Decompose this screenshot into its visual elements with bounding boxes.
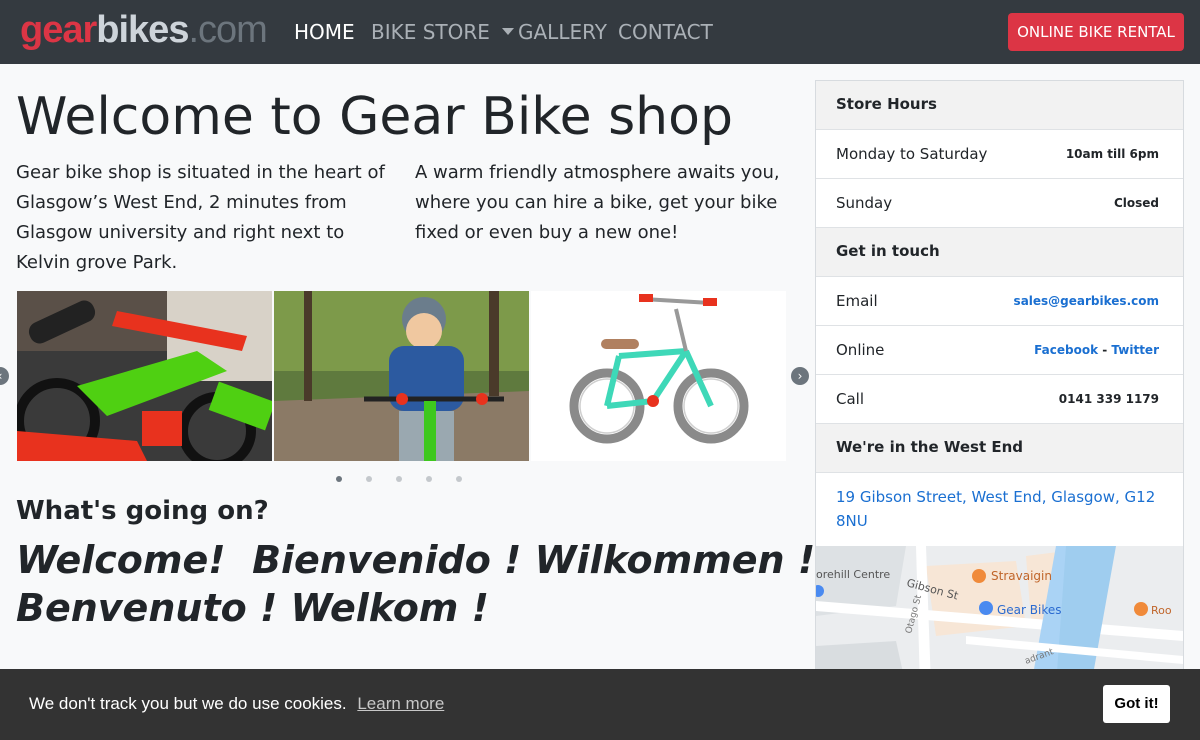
email-link[interactable]: sales@gearbikes.com: [1014, 294, 1159, 308]
carousel-next-arrow-icon[interactable]: ›: [791, 367, 809, 385]
carousel-image-child-riding: [274, 291, 529, 461]
cookie-accept-button[interactable]: Got it!: [1103, 685, 1170, 723]
hours-value: 10am till 6pm: [1065, 147, 1159, 161]
address-link[interactable]: 19 Gibson Street, West End, Glasgow, G12…: [836, 485, 1166, 533]
map-label-poi3: Roo: [1151, 604, 1172, 617]
social-separator: -: [1098, 343, 1112, 357]
contact-row-call: Call 0141 339 1179: [816, 375, 1183, 424]
contact-row-email: Email sales@gearbikes.com: [816, 277, 1183, 326]
map-label-poi1: Stravaigin: [991, 569, 1052, 583]
intro-text-right: A warm friendly atmosphere awaits you, w…: [415, 162, 780, 243]
nav-contact[interactable]: CONTACT: [618, 20, 713, 44]
location-title: We're in the West End: [836, 438, 1024, 456]
hours-label: Monday to Saturday: [836, 145, 988, 163]
brand-gear: gear: [20, 9, 97, 51]
location-header: We're in the West End: [816, 424, 1183, 473]
carousel-prev-arrow-icon[interactable]: ‹: [0, 367, 9, 385]
chevron-down-icon: [501, 28, 514, 35]
welcome-line-1: Welcome! Bienvenido ! Wilkommen !: [16, 538, 816, 582]
brand-domain: .com: [188, 9, 267, 51]
contact-label: Call: [836, 390, 865, 408]
carousel-indicator[interactable]: [396, 476, 402, 482]
get-in-touch-title: Get in touch: [836, 242, 940, 260]
nav-home[interactable]: HOME: [294, 20, 355, 44]
hours-label: Sunday: [836, 194, 893, 212]
welcome-line-2: Benvenuto ! Welkom !: [16, 586, 489, 630]
cookie-consent-bar: We don't track you but we do use cookies…: [0, 669, 1200, 740]
hours-row-sunday: Sunday Closed: [816, 179, 1183, 228]
carousel-indicator[interactable]: [426, 476, 432, 482]
store-hours-title: Store Hours: [836, 95, 937, 113]
carousel-indicator[interactable]: [366, 476, 372, 482]
facebook-link[interactable]: Facebook: [1034, 343, 1098, 357]
contact-row-online: Online Facebook - Twitter: [816, 326, 1183, 375]
cookie-message: We don't track you but we do use cookies…: [29, 694, 444, 714]
intro-text-left: Gear bike shop is situated in the heart …: [16, 162, 385, 273]
map-label-centre: orehill Centre: [816, 568, 890, 581]
page-title: Welcome to Gear Bike shop: [16, 87, 733, 147]
welcome-multilingual: Welcome! Bienvenido ! Wilkommen ! Benven…: [16, 536, 816, 632]
carousel-image-bikes: [17, 291, 272, 461]
nav-bike-store-label: BIKE STORE: [371, 20, 490, 44]
location-map[interactable]: orehill Centre Gibson St Stravaigin Gear…: [816, 546, 1183, 679]
top-navbar: gearbikes.com HOME BIKE STORE GALLERY CO…: [0, 0, 1200, 64]
twitter-link[interactable]: Twitter: [1111, 343, 1159, 357]
brand-logo[interactable]: gearbikes.com: [20, 9, 268, 51]
contact-label: Email: [836, 292, 878, 310]
carousel-indicator[interactable]: [456, 476, 462, 482]
brand-bikes: bikes: [96, 9, 189, 51]
get-in-touch-header: Get in touch: [816, 228, 1183, 277]
cookie-message-text: We don't track you but we do use cookies…: [29, 694, 347, 713]
online-bike-rental-button[interactable]: ONLINE BIKE RENTAL: [1008, 13, 1184, 51]
info-sidebar: Store Hours Monday to Saturday 10am till…: [815, 80, 1184, 680]
map-label-poi2: Gear Bikes: [997, 603, 1062, 617]
contact-label: Online: [836, 341, 885, 359]
section-heading-whats-on: What's going on?: [16, 496, 269, 526]
social-links: Facebook - Twitter: [1034, 343, 1159, 357]
nav-bike-store-dropdown[interactable]: BIKE STORE: [371, 20, 514, 44]
phone-number[interactable]: 0141 339 1179: [1059, 392, 1159, 406]
store-hours-header: Store Hours: [816, 81, 1183, 130]
cookie-learn-more-link[interactable]: Learn more: [357, 694, 444, 713]
hours-row-mon-sat: Monday to Saturday 10am till 6pm: [816, 130, 1183, 179]
hours-value: Closed: [1113, 196, 1159, 210]
nav-gallery[interactable]: GALLERY: [518, 20, 607, 44]
photo-carousel: ‹ ›: [0, 291, 810, 491]
carousel-indicator[interactable]: [336, 476, 342, 482]
carousel-image-bmx: [531, 291, 786, 461]
